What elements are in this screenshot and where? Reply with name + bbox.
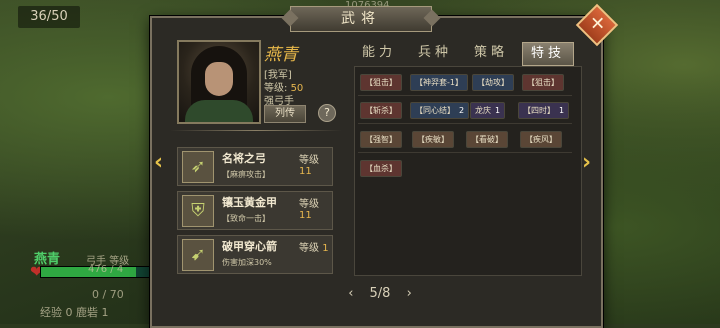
- skill-chip[interactable]: 【斩杀】: [360, 102, 402, 119]
- equipment-name: 镶玉黄金甲: [222, 196, 277, 209]
- skill-chip[interactable]: 龙庆 1: [470, 102, 506, 119]
- skill-chip[interactable]: 【四时】 1: [518, 102, 570, 119]
- tab-bar: 能力 兵种 策略 特技: [354, 42, 580, 66]
- skill-chip[interactable]: 【血杀】: [360, 160, 402, 177]
- equipment-level: 等级 11: [299, 199, 319, 221]
- skill-chip[interactable]: 【看破】: [466, 131, 508, 148]
- equipment-slot-accessory[interactable]: ➹ 破甲穿心箭 等级 1 伤害加深30%: [177, 235, 333, 274]
- tab-ability[interactable]: 能力: [354, 42, 404, 64]
- exp-text: 经验 0 鹿砦 1: [40, 306, 109, 319]
- skill-chip[interactable]: 【狙击】: [522, 74, 564, 91]
- equipment-slot-armor[interactable]: ⛨ 镶玉黄金甲 等级 11 【致命一击】: [177, 191, 333, 230]
- equipment-level: 等级 11: [299, 155, 319, 177]
- pager: ‹ 5/8 ›: [340, 286, 420, 301]
- equipment-desc: 【致命一击】: [222, 214, 270, 223]
- prev-hero-arrow[interactable]: ‹: [154, 150, 163, 175]
- equipment-level: 等级 1: [299, 243, 329, 254]
- divider: [170, 130, 342, 131]
- turn-counter: 36/50: [18, 6, 80, 28]
- dialog-title: 武将: [290, 6, 432, 32]
- arrow-icon: ➹: [182, 239, 214, 271]
- bow-icon: ➶: [182, 151, 214, 183]
- skill-chip[interactable]: 【神羿套-1】: [410, 74, 468, 91]
- skill-chip[interactable]: 【同心结】 2: [410, 102, 470, 119]
- tab-troops[interactable]: 兵种: [410, 42, 460, 64]
- close-icon: ✕: [590, 13, 606, 35]
- help-icon[interactable]: ?: [318, 104, 336, 122]
- hero-name: 燕青: [264, 45, 298, 65]
- equipment-desc: 【麻痹攻击】: [222, 170, 270, 179]
- next-hero-arrow[interactable]: ›: [582, 150, 591, 175]
- skill-chip[interactable]: 【劫攻】: [472, 74, 514, 91]
- equipment-slot-weapon[interactable]: ➶ 名将之弓 等级 11 【麻痹攻击】: [177, 147, 333, 186]
- equipment-name: 破甲穿心箭: [222, 240, 277, 253]
- skill-chip[interactable]: 【强智】: [360, 131, 402, 148]
- pager-current: 5/8: [369, 286, 391, 301]
- unit-status-panel: 燕青 弓手 等级 ❤ 476 / 4 0 / 70 经验 0 鹿砦 1: [30, 244, 160, 324]
- armor-icon: ⛨: [182, 195, 214, 227]
- tab-special-skills[interactable]: 特技: [522, 42, 574, 66]
- equipment-desc: 伤害加深30%: [222, 258, 272, 267]
- tab-strategy[interactable]: 策略: [466, 42, 516, 64]
- biography-button[interactable]: 列传: [264, 105, 306, 123]
- hero-portrait: [177, 40, 261, 124]
- skill-chip[interactable]: 【疾风】: [520, 131, 562, 148]
- mp-text: 0 / 70: [92, 288, 124, 301]
- equipment-name: 名将之弓: [222, 152, 266, 165]
- skill-chip[interactable]: 【狙击】: [360, 74, 402, 91]
- pager-next-button[interactable]: ›: [407, 286, 412, 301]
- pager-prev-button[interactable]: ‹: [348, 286, 353, 301]
- hp-text: 476 / 4: [88, 264, 124, 275]
- skill-chip[interactable]: 【疾敏】: [412, 131, 454, 148]
